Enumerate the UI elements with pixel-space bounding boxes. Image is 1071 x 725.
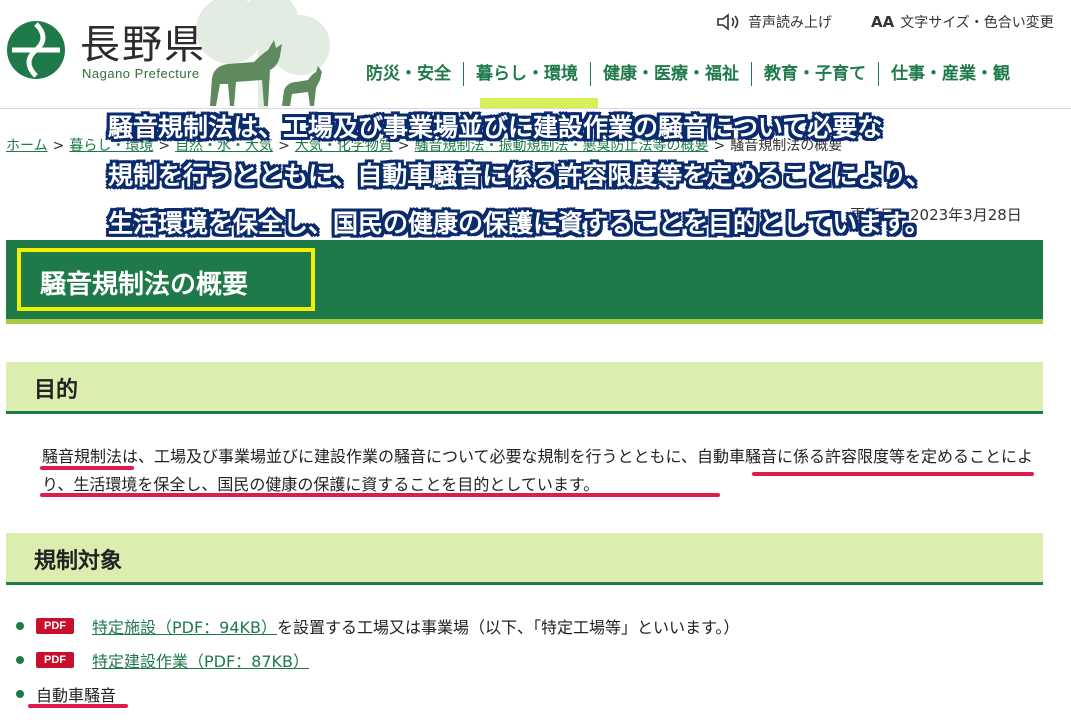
overlay-caption-line: 騒音規制法は、工場及び事業場並びに建設作業の騒音について必要な: [108, 113, 883, 142]
annotation-underline: [752, 472, 1034, 476]
breadcrumb-home-link[interactable]: ホーム: [6, 138, 48, 154]
font-size-color-label: 文字サイズ・色合い変更: [900, 15, 1054, 31]
list-item-suffix: を設置する工場又は事業場（以下、「特定工場等」といいます。）: [277, 618, 740, 637]
overlay-caption-line: 規制を行うとともに、自動車騒音に係る許容限度等を定めることにより、: [108, 161, 931, 190]
nav-item-health-welfare[interactable]: 健康・医療・福祉: [590, 62, 751, 86]
bullet-icon: [16, 656, 24, 664]
bullet-icon: [16, 690, 24, 698]
section-heading-scope: 規制対象: [6, 533, 1043, 585]
list-item: 自動車騒音: [16, 682, 116, 706]
pdf-badge-icon: PDF: [36, 652, 74, 668]
site-header: 長野県 Nagano Prefecture 音声読み上げ AA 文字サイズ・色合…: [0, 0, 1071, 109]
list-item-text: 自動車騒音: [36, 686, 117, 705]
page-title-banner: 騒音規制法の概要: [6, 240, 1043, 324]
nav-item-disaster-safety[interactable]: 防災・安全: [360, 62, 463, 86]
section-heading-purpose: 目的: [6, 362, 1043, 414]
global-nav: 防災・安全 暮らし・環境 健康・医療・福祉 教育・子育て 仕事・産業・観: [360, 62, 1022, 86]
voice-readout-button[interactable]: 音声読み上げ: [716, 12, 832, 32]
specified-facility-pdf-link[interactable]: 特定施設（PDF：94KB）: [92, 614, 277, 638]
section-heading-purpose-text: 目的: [34, 378, 79, 403]
page-title: 騒音規制法の概要: [40, 270, 249, 300]
font-size-icon: AA: [871, 13, 895, 31]
overlay-caption-line: 生活環境を保全し、国民の健康の保護に資することを目的としています。: [108, 209, 930, 238]
speaker-icon: [717, 13, 739, 31]
nav-item-education-childcare[interactable]: 教育・子育て: [751, 62, 878, 86]
bullet-icon: [16, 622, 24, 630]
specified-construction-pdf-link[interactable]: 特定建設作業（PDF：87KB）: [92, 648, 309, 672]
list-item: PDF 特定建設作業（PDF：87KB）: [16, 648, 309, 672]
nagano-logo-icon[interactable]: [6, 20, 66, 80]
annotation-underline: [40, 466, 134, 470]
purpose-paragraph: 騒音規制法は、工場及び事業場並びに建設作業の騒音について必要な規制を行うとともに…: [42, 447, 1034, 494]
site-logo-subtitle: Nagano Prefecture: [82, 66, 200, 81]
active-nav-indicator: [480, 98, 598, 108]
voice-readout-label: 音声読み上げ: [748, 15, 832, 31]
site-logo-name[interactable]: 長野県: [80, 12, 206, 70]
list-item: PDF 特定施設（PDF：94KB） を設置する工場又は事業場（以下、「特定工場…: [16, 614, 739, 638]
font-size-color-button[interactable]: AA 文字サイズ・色合い変更: [871, 12, 1054, 32]
pdf-badge-icon: PDF: [36, 618, 74, 634]
nav-item-work-industry[interactable]: 仕事・産業・観: [878, 62, 1022, 86]
section-heading-scope-text: 規制対象: [34, 549, 123, 574]
annotation-underline: [28, 704, 128, 708]
annotation-underline: [40, 493, 720, 497]
nav-item-living-environment[interactable]: 暮らし・環境: [463, 62, 590, 86]
breadcrumb-separator: >: [52, 138, 65, 154]
